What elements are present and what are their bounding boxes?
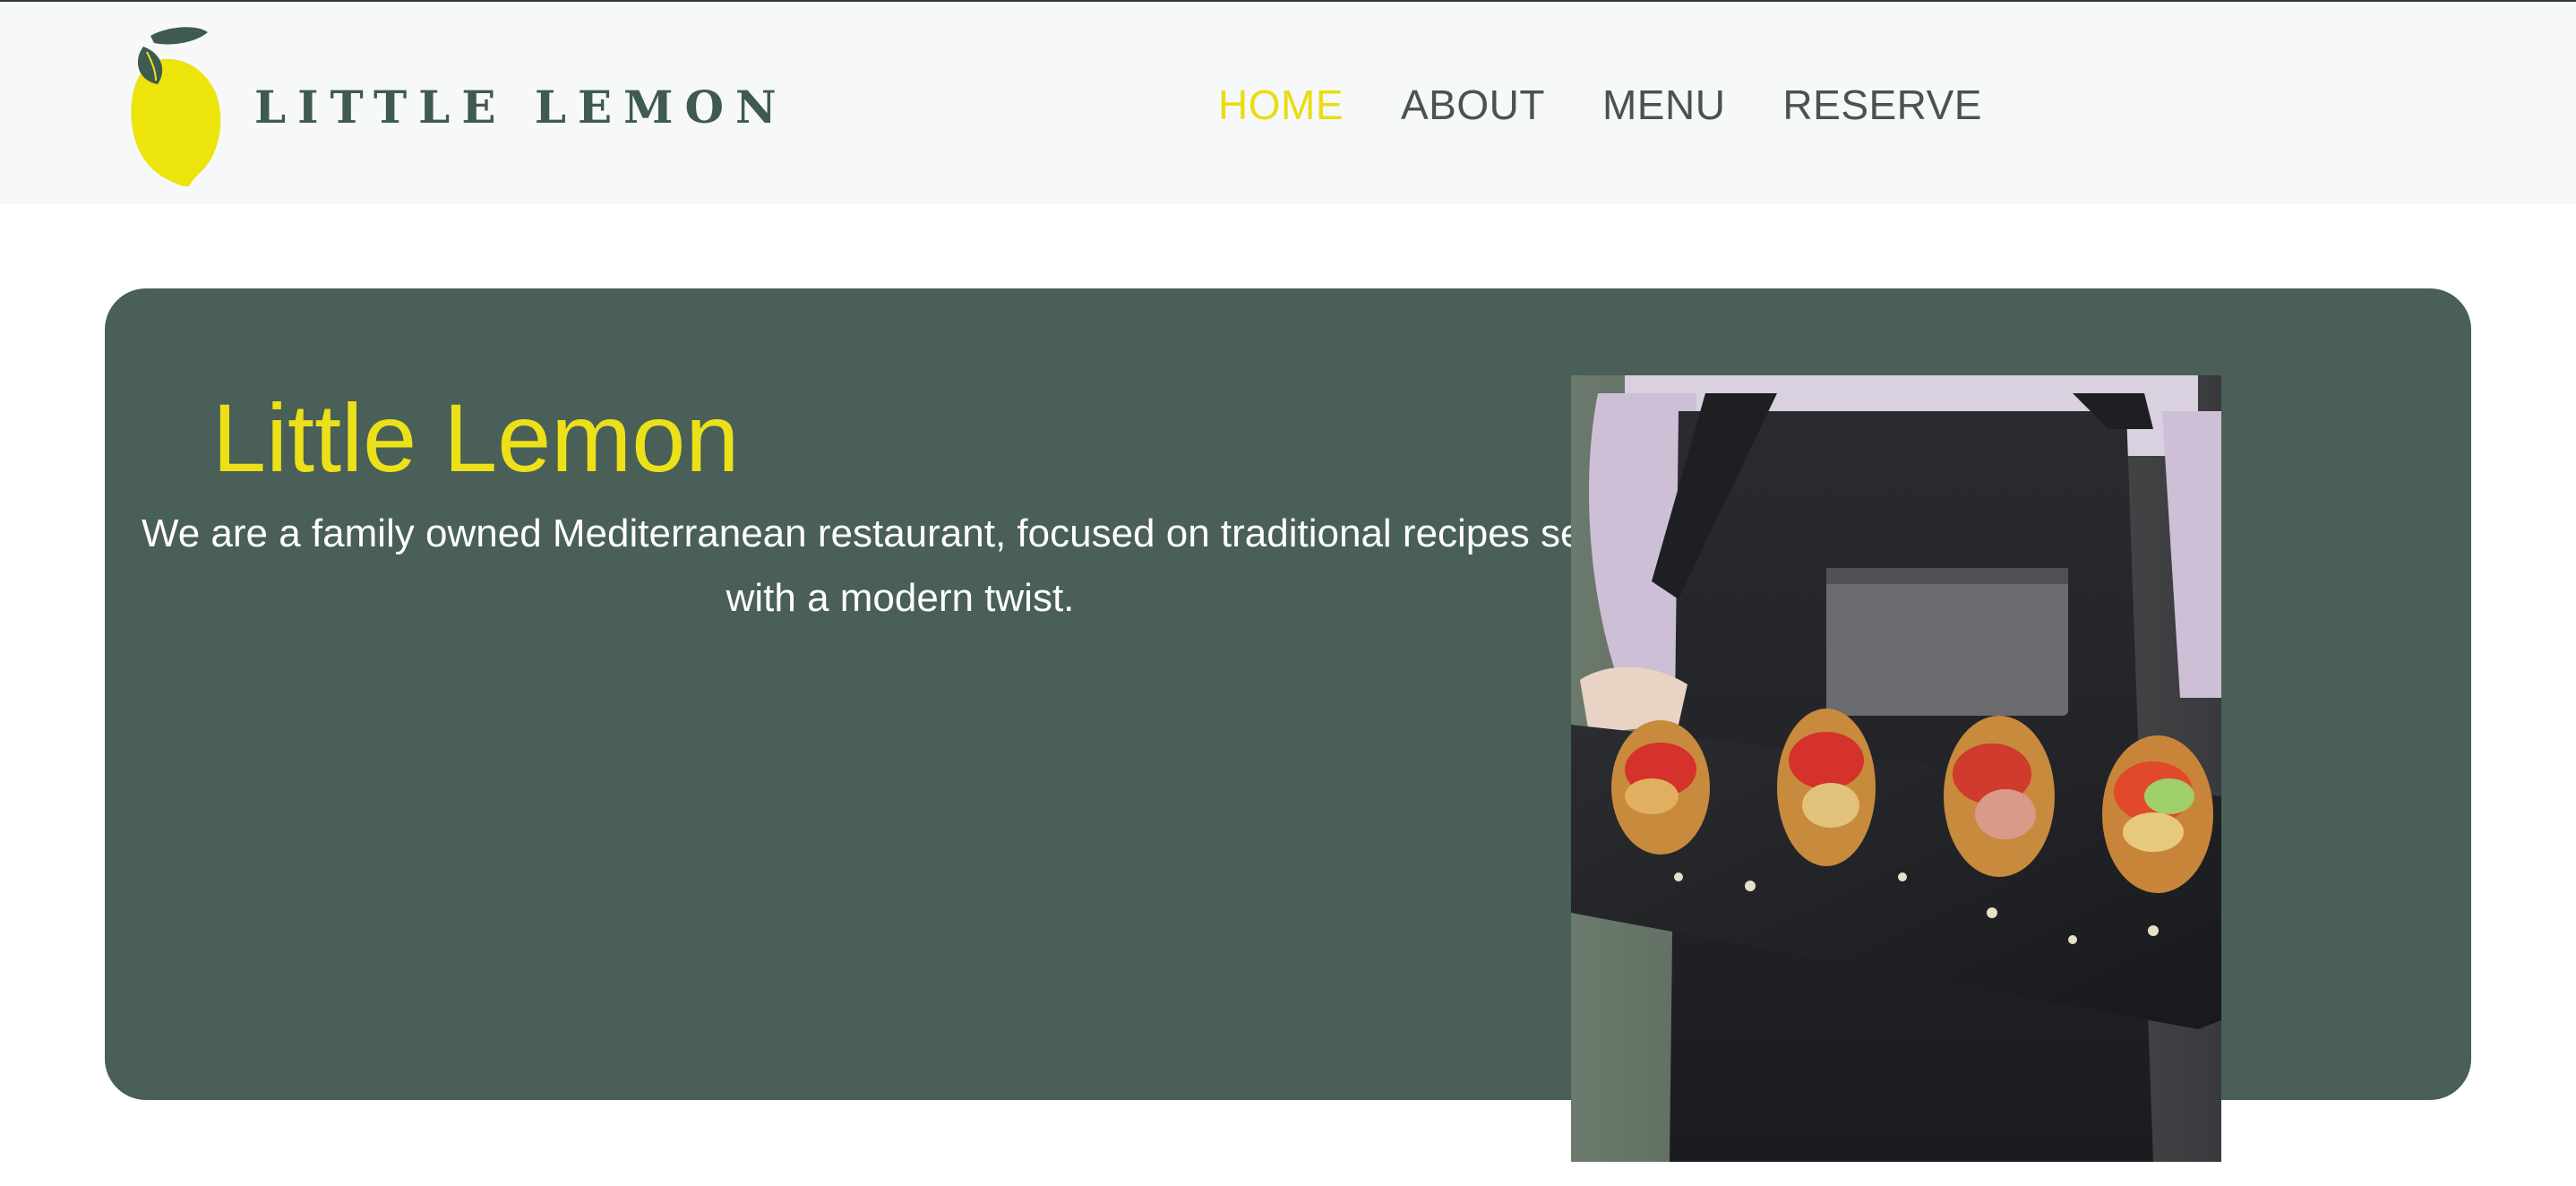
hero-image	[1571, 375, 2221, 1162]
nav-home[interactable]: HOME	[1218, 81, 1344, 129]
main-nav: HOME ABOUT MENU RESERVE	[1218, 73, 1982, 136]
nav-about[interactable]: ABOUT	[1401, 81, 1545, 129]
nav-menu[interactable]: MENU	[1602, 81, 1725, 129]
food-photo-illustration	[1571, 375, 2221, 1162]
lemon-logo-icon	[131, 27, 221, 186]
hero-title: Little Lemon	[212, 383, 740, 492]
brand-name: LITTLE LEMON	[254, 81, 788, 133]
nav-reserve[interactable]: RESERVE	[1782, 81, 1982, 129]
site-header: LITTLE LEMON HOME ABOUT MENU RESERVE	[0, 2, 2576, 204]
hero-description: We are a family owned Mediterranean rest…	[141, 511, 1660, 620]
logo-link[interactable]: LITTLE LEMON	[125, 25, 777, 186]
